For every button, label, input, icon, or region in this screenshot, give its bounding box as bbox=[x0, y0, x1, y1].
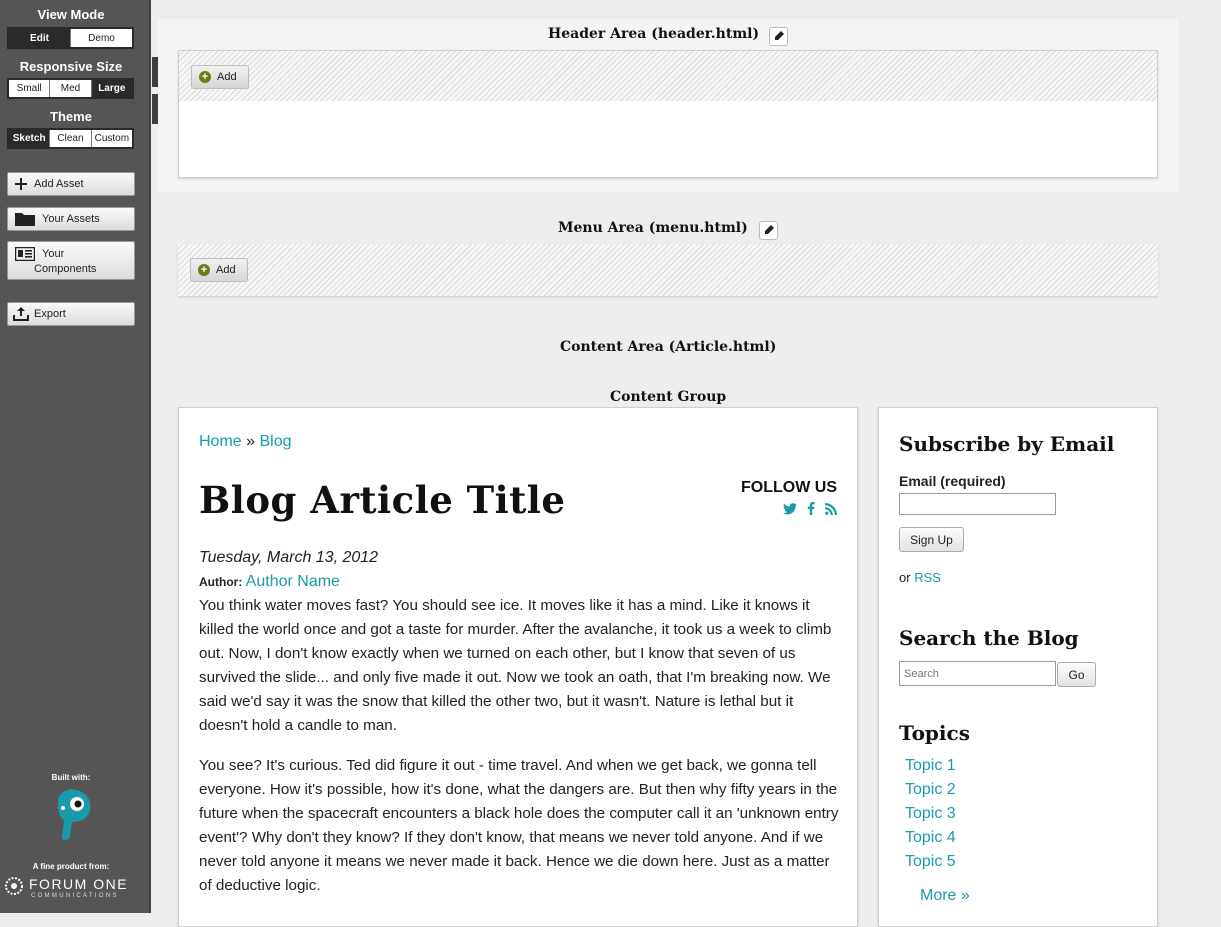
social-icons bbox=[741, 502, 837, 520]
forum-one-logo-mark bbox=[4, 876, 24, 896]
twitter-icon[interactable] bbox=[783, 502, 797, 520]
mascot-logo bbox=[50, 788, 94, 844]
view-mode-demo[interactable]: Demo bbox=[71, 29, 132, 47]
or-text: or bbox=[899, 570, 911, 585]
menu-add-label: Add bbox=[216, 264, 236, 276]
topic-link-4[interactable]: Topic 4 bbox=[905, 829, 956, 847]
menu-area-panel: + Add bbox=[178, 244, 1158, 296]
brand-sub: COMMUNICATIONS bbox=[31, 893, 119, 899]
topic-link-5[interactable]: Topic 5 bbox=[905, 853, 956, 871]
topic-link-2[interactable]: Topic 2 bbox=[905, 781, 956, 799]
responsive-size-title: Responsive Size bbox=[19, 59, 123, 74]
header-area-panel: + Add bbox=[178, 50, 1158, 178]
blog-sidebar-panel: Subscribe by Email Email (required) Sign… bbox=[878, 407, 1158, 927]
theme-title: Theme bbox=[50, 109, 92, 124]
folder-icon bbox=[8, 212, 42, 226]
author-label: Author: bbox=[199, 575, 243, 589]
author-name-link[interactable]: Author Name bbox=[246, 573, 340, 590]
built-with-label: Built with: bbox=[51, 773, 91, 782]
menu-add-button[interactable]: + Add bbox=[190, 258, 248, 282]
your-components-label-1: Your bbox=[42, 248, 65, 260]
responsive-med[interactable]: Med bbox=[50, 80, 92, 97]
header-drop-zone[interactable] bbox=[179, 51, 1157, 101]
topics-more-link[interactable]: More » bbox=[920, 887, 970, 905]
email-input[interactable] bbox=[899, 493, 1056, 515]
follow-us-label: FOLLOW US bbox=[741, 479, 837, 496]
menu-area-title: Menu Area (menu.html) bbox=[558, 220, 748, 236]
theme-custom[interactable]: Custom bbox=[92, 130, 132, 147]
edit-header-button[interactable] bbox=[769, 27, 788, 46]
theme-clean[interactable]: Clean bbox=[50, 130, 92, 147]
breadcrumb-home-link[interactable]: Home bbox=[199, 433, 242, 450]
add-plus-icon: + bbox=[199, 71, 211, 83]
export-label: Export bbox=[34, 308, 66, 320]
add-asset-label: Add Asset bbox=[34, 178, 84, 190]
breadcrumb: Home » Blog bbox=[199, 433, 292, 451]
your-assets-label: Your Assets bbox=[42, 213, 100, 225]
facebook-icon[interactable] bbox=[807, 502, 815, 520]
add-asset-button[interactable]: Add Asset bbox=[7, 172, 135, 196]
responsive-size-toggle: Small Med Large bbox=[7, 78, 134, 99]
edit-menu-button[interactable] bbox=[759, 221, 778, 240]
article-paragraph-1: You think water moves fast? You should s… bbox=[199, 597, 832, 734]
your-components-button[interactable]: Your Components bbox=[7, 241, 135, 280]
content-area-title: Content Area (Article.html) bbox=[560, 339, 777, 355]
search-input[interactable] bbox=[899, 661, 1056, 686]
content-group-title: Content Group bbox=[610, 389, 727, 405]
view-mode-title: View Mode bbox=[37, 7, 105, 22]
theme-toggle: Sketch Clean Custom bbox=[7, 128, 134, 149]
breadcrumb-separator: » bbox=[241, 433, 260, 450]
topic-link-3[interactable]: Topic 3 bbox=[905, 805, 956, 823]
fine-product-label: A fine product from: bbox=[32, 862, 110, 871]
email-label: Email (required) bbox=[899, 473, 1006, 489]
responsive-small[interactable]: Small bbox=[9, 80, 51, 97]
responsive-large[interactable]: Large bbox=[91, 80, 132, 97]
rss-link[interactable]: RSS bbox=[914, 570, 941, 585]
search-title: Search the Blog bbox=[899, 626, 1079, 650]
menu-drop-zone[interactable] bbox=[178, 244, 1158, 296]
topics-title: Topics bbox=[899, 721, 970, 745]
your-assets-button[interactable]: Your Assets bbox=[7, 207, 135, 231]
article-panel: Home » Blog Blog Article Title FOLLOW US… bbox=[178, 407, 858, 927]
rss-line: or RSS bbox=[899, 570, 941, 585]
sign-up-button[interactable]: Sign Up bbox=[899, 527, 964, 552]
topic-link-1[interactable]: Topic 1 bbox=[905, 757, 956, 775]
article-date: Tuesday, March 13, 2012 bbox=[199, 549, 379, 566]
breadcrumb-blog-link[interactable]: Blog bbox=[259, 433, 291, 450]
header-add-button[interactable]: + Add bbox=[191, 65, 249, 89]
view-mode-edit[interactable]: Edit bbox=[9, 29, 71, 47]
rss-icon[interactable] bbox=[825, 502, 837, 520]
pencil-icon bbox=[764, 222, 774, 240]
theme-sketch[interactable]: Sketch bbox=[9, 130, 51, 147]
plus-icon bbox=[8, 178, 34, 190]
subscribe-title: Subscribe by Email bbox=[899, 432, 1115, 456]
follow-us: FOLLOW US bbox=[741, 479, 837, 520]
left-sidebar: View Mode Edit Demo Responsive Size Smal… bbox=[0, 0, 151, 913]
header-add-label: Add bbox=[217, 71, 237, 83]
article-title: Blog Article Title bbox=[199, 478, 566, 522]
view-mode-toggle: Edit Demo bbox=[7, 27, 134, 49]
header-area-title: Header Area (header.html) bbox=[548, 26, 760, 42]
article-author: Author: Author Name bbox=[199, 573, 340, 591]
export-button[interactable]: Export bbox=[7, 302, 135, 326]
add-plus-icon: + bbox=[198, 264, 210, 276]
pencil-icon bbox=[774, 28, 784, 46]
search-go-button[interactable]: Go bbox=[1057, 662, 1096, 687]
your-components-label-2: Components bbox=[34, 263, 97, 275]
brand-name: FORUM ONE bbox=[29, 876, 129, 892]
article-paragraph-2: You see? It's curious. Ted did figure it… bbox=[199, 757, 839, 894]
export-icon bbox=[8, 307, 34, 321]
